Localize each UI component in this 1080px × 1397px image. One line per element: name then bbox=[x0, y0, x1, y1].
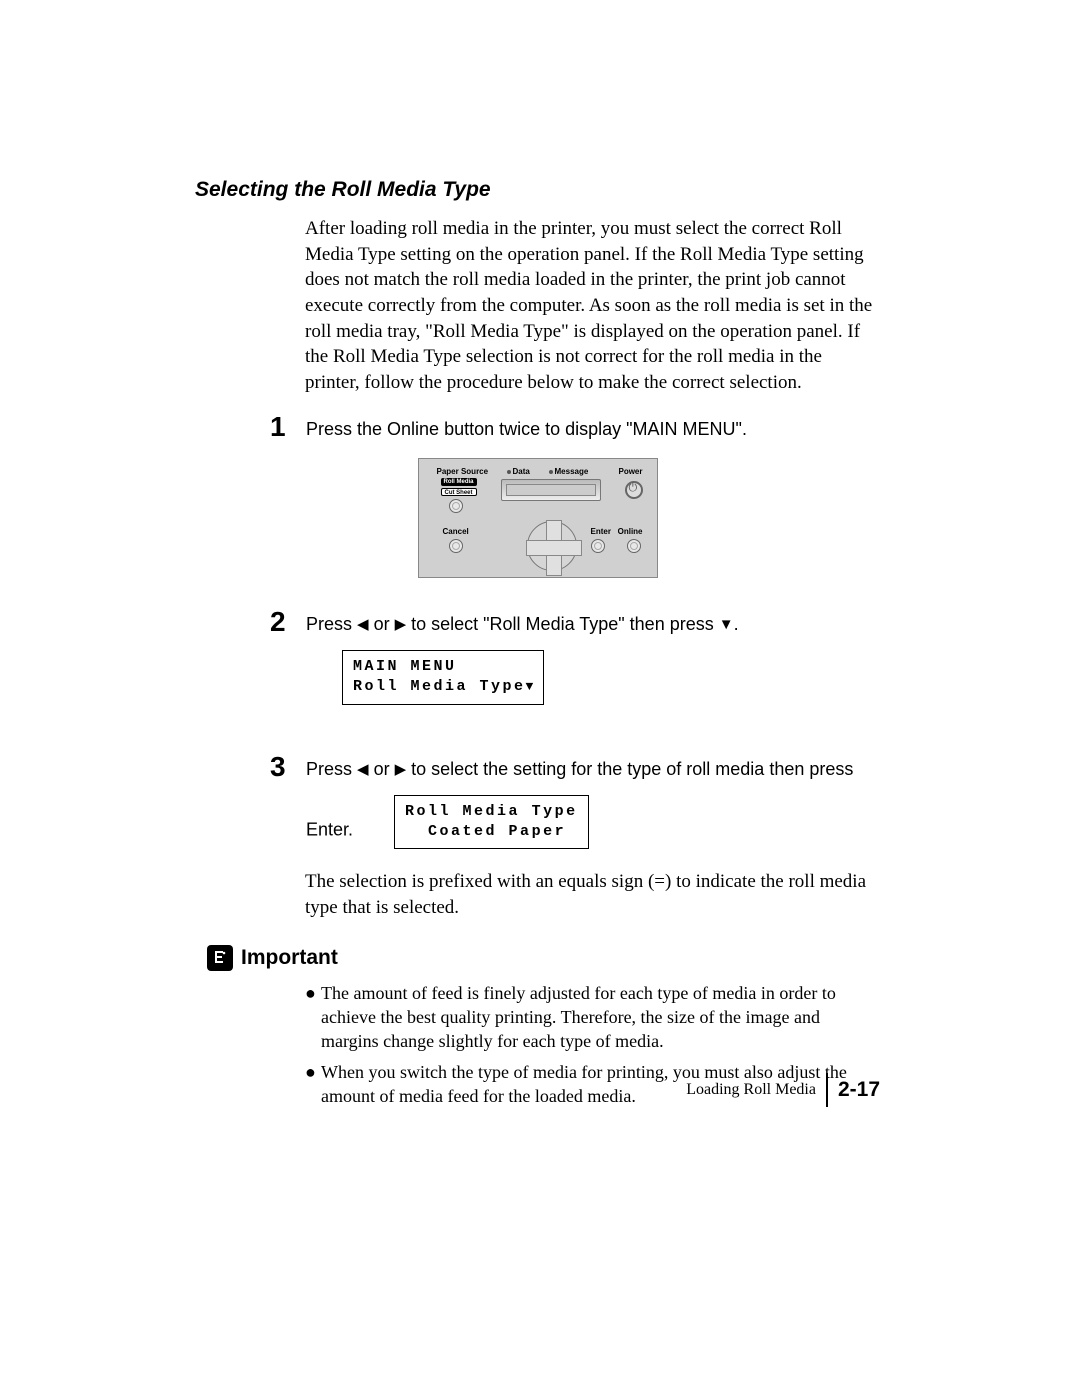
power-button-icon bbox=[625, 481, 643, 499]
label-power: Power bbox=[618, 467, 642, 476]
step-2: 2 Press ◀ or ▶ to select "Roll Media Typ… bbox=[270, 608, 880, 709]
cancel-button bbox=[449, 539, 463, 553]
important-icon bbox=[207, 945, 233, 971]
label-paper-source: Paper Source bbox=[437, 467, 489, 476]
dpad-icon bbox=[527, 521, 577, 571]
right-arrow-icon: ▶ bbox=[395, 761, 407, 778]
bullet-icon: ● bbox=[305, 981, 321, 1054]
operation-panel-figure: Paper Source Roll Media Cut Sheet Data M… bbox=[418, 458, 658, 578]
data-led-icon bbox=[507, 470, 511, 474]
label-cut-sheet: Cut Sheet bbox=[441, 488, 477, 496]
label-enter: Enter bbox=[591, 527, 611, 536]
step-text: Press ◀ or ▶ to select "Roll Media Type"… bbox=[306, 608, 880, 709]
down-arrow-icon: ▼ bbox=[526, 679, 534, 694]
bullet-text: The amount of feed is finely adjusted fo… bbox=[321, 981, 880, 1054]
panel-lcd bbox=[501, 479, 601, 501]
label-message: Message bbox=[549, 467, 589, 476]
important-label: Important bbox=[241, 946, 338, 970]
section-title: Selecting the Roll Media Type bbox=[195, 178, 880, 202]
left-arrow-icon: ◀ bbox=[357, 761, 369, 778]
enter-button bbox=[591, 539, 605, 553]
message-led-icon bbox=[549, 470, 553, 474]
right-arrow-icon: ▶ bbox=[395, 616, 407, 633]
bullet-item: ● The amount of feed is finely adjusted … bbox=[305, 981, 880, 1054]
page-footer: Loading Roll Media 2-17 bbox=[686, 1073, 880, 1107]
footer-separator bbox=[826, 1073, 828, 1107]
step-3: 3 Press ◀ or ▶ to select the setting for… bbox=[270, 753, 880, 854]
intro-paragraph: After loading roll media in the printer,… bbox=[305, 216, 880, 395]
online-button bbox=[627, 539, 641, 553]
label-online: Online bbox=[618, 527, 643, 536]
footer-page-number: 2-17 bbox=[838, 1078, 880, 1102]
bullet-icon: ● bbox=[305, 1060, 321, 1109]
down-arrow-icon: ▼ bbox=[719, 616, 734, 633]
paper-source-button bbox=[449, 499, 463, 513]
left-arrow-icon: ◀ bbox=[357, 616, 369, 633]
lcd-display-1: MAIN MENU Roll Media Type▼ bbox=[342, 650, 544, 705]
lcd-display-2: Roll Media Type Coated Paper bbox=[394, 795, 589, 850]
step-text: Press ◀ or ▶ to select the setting for t… bbox=[306, 753, 880, 854]
important-heading: Important bbox=[207, 945, 880, 971]
step-number: 2 bbox=[270, 608, 302, 636]
footer-section-title: Loading Roll Media bbox=[686, 1081, 816, 1099]
step-number: 1 bbox=[270, 413, 302, 441]
label-roll-media: Roll Media bbox=[441, 478, 477, 486]
step-1: 1 Press the Online button twice to displ… bbox=[270, 413, 880, 441]
selection-note: The selection is prefixed with an equals… bbox=[305, 869, 880, 920]
label-cancel: Cancel bbox=[443, 527, 469, 536]
step-number: 3 bbox=[270, 753, 302, 781]
step-text: Press the Online button twice to display… bbox=[306, 413, 747, 441]
label-data: Data bbox=[507, 467, 530, 476]
